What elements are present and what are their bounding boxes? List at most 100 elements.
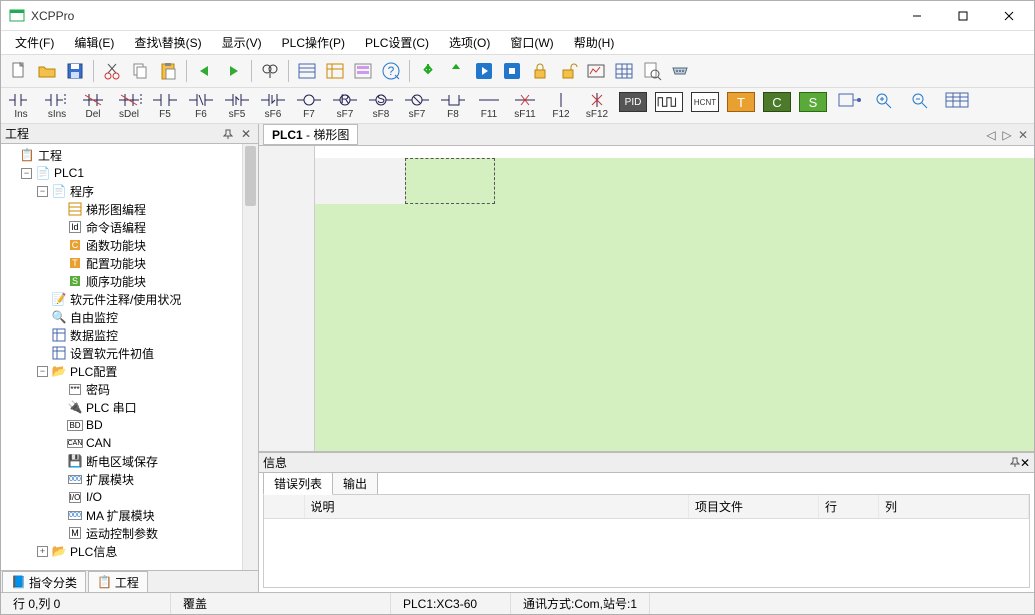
tree-bd[interactable]: BDBD [49,416,258,434]
pin-icon[interactable] [220,126,236,142]
paste-button[interactable] [155,58,181,84]
pin-icon[interactable] [1010,456,1020,470]
tree-scrollbar[interactable] [242,144,258,570]
tb-sf7b[interactable]: sF7 [401,90,433,121]
open-button[interactable] [34,58,60,84]
grid-button[interactable] [611,58,637,84]
tree-plc-info[interactable]: +📂PLC信息 [33,542,258,560]
tab-error-list[interactable]: 错误列表 [263,472,333,495]
tree-plc-config[interactable]: −📂PLC配置 [33,362,258,380]
preview-button[interactable] [639,58,665,84]
tree-program[interactable]: −📄程序 [33,182,258,200]
menu-file[interactable]: 文件(F) [5,31,64,54]
tb-zoomout[interactable] [905,90,937,110]
upload-button[interactable] [443,58,469,84]
tree-can[interactable]: CANCAN [49,434,258,452]
tree-init-value[interactable]: 设置软元件初值 [33,344,258,362]
tb-f7[interactable]: F7 [293,90,325,121]
next-tab-icon[interactable]: ▷ [1000,128,1014,142]
menu-window[interactable]: 窗口(W) [500,31,563,54]
unlock-button[interactable] [555,58,581,84]
error-list-grid[interactable]: 说明 项目文件 行 列 [263,494,1030,588]
expand-icon[interactable]: + [37,546,48,557]
tb-del[interactable]: Del [77,90,109,121]
tree-inst[interactable]: ld命令语编程 [49,218,258,236]
menu-plc-op[interactable]: PLC操作(P) [272,31,355,54]
tb-hcnt[interactable]: HCNT [689,90,721,113]
undo-button[interactable] [192,58,218,84]
tb-sf12[interactable]: sF12 [581,90,613,121]
run-button[interactable] [471,58,497,84]
tb-ins[interactable]: Ins [5,90,37,121]
tree-ma-extend[interactable]: 000MA 扩展模块 [49,506,258,524]
tb-pid[interactable]: PID [617,90,649,113]
col-row[interactable]: 行 [819,495,879,519]
redo-button[interactable] [220,58,246,84]
stop-button[interactable] [499,58,525,84]
tree-ladder[interactable]: 梯形图编程 [49,200,258,218]
collapse-icon[interactable]: − [37,186,48,197]
tree-extend[interactable]: 000扩展模块 [49,470,258,488]
tb-s[interactable]: S [797,90,829,113]
tb-f11[interactable]: F11 [473,90,505,121]
lock-button[interactable] [527,58,553,84]
tree-password[interactable]: ***密码 [49,380,258,398]
help-button[interactable]: ? [378,58,404,84]
collapse-icon[interactable]: − [21,168,32,179]
tb-sf6[interactable]: sF6 [257,90,289,121]
tab-project[interactable]: 📋工程 [88,571,148,593]
tab-instruction-class[interactable]: 📘指令分类 [2,571,86,593]
tree-root[interactable]: 📋工程 [1,146,258,164]
close-panel-icon[interactable]: ✕ [238,126,254,142]
tb-pulse[interactable] [653,90,685,113]
tb-table[interactable] [941,90,973,110]
tb-f5[interactable]: F5 [149,90,181,121]
menu-help[interactable]: 帮助(H) [564,31,625,54]
tree-serial[interactable]: 🔌PLC 串口 [49,398,258,416]
serial-button[interactable] [667,58,693,84]
save-button[interactable] [62,58,88,84]
tree-func[interactable]: C函数功能块 [49,236,258,254]
tb-zoomin[interactable] [869,90,901,110]
maximize-button[interactable] [940,1,986,31]
tb-f8[interactable]: F8 [437,90,469,121]
menu-view[interactable]: 显示(V) [212,31,272,54]
tree-retain[interactable]: 💾断电区域保存 [49,452,258,470]
tb-f6[interactable]: F6 [185,90,217,121]
tree-io[interactable]: I/OI/O [49,488,258,506]
view2-button[interactable] [322,58,348,84]
close-doc-icon[interactable]: ✕ [1016,128,1030,142]
close-info-icon[interactable]: ✕ [1020,456,1030,470]
tb-sf5[interactable]: sF5 [221,90,253,121]
copy-button[interactable] [127,58,153,84]
prev-tab-icon[interactable]: ◁ [984,128,998,142]
tb-sf8[interactable]: SsF8 [365,90,397,121]
col-blank[interactable] [264,495,304,519]
tb-sdel[interactable]: sDel [113,90,145,121]
download-button[interactable] [415,58,441,84]
tree-data-monitor[interactable]: 数据监控 [33,326,258,344]
menu-plc-set[interactable]: PLC设置(C) [355,31,439,54]
col-desc[interactable]: 说明 [304,495,689,519]
tb-sf11[interactable]: sF11 [509,90,541,121]
tb-c[interactable]: C [761,90,793,113]
tree-plc1[interactable]: −📄PLC1 [17,164,258,182]
minimize-button[interactable] [894,1,940,31]
doc-tab[interactable]: PLC1 - 梯形图 [263,124,358,145]
ladder-canvas[interactable] [259,146,1034,452]
tree-free-monitor[interactable]: 🔍自由监控 [33,308,258,326]
cut-button[interactable] [99,58,125,84]
tb-sf7[interactable]: RsF7 [329,90,361,121]
menu-find[interactable]: 查找\替换(S) [124,31,211,54]
project-tree[interactable]: 📋工程 −📄PLC1 −📄程序 梯形图编程 ld命令语编程 [1,144,258,570]
menu-edit[interactable]: 编辑(E) [64,31,124,54]
tb-block[interactable] [833,90,865,110]
tb-f12[interactable]: F12 [545,90,577,121]
tree-motion[interactable]: M运动控制参数 [49,524,258,542]
close-button[interactable] [986,1,1032,31]
chart-button[interactable] [583,58,609,84]
find-button[interactable] [257,58,283,84]
tree-config-block[interactable]: T配置功能块 [49,254,258,272]
collapse-icon[interactable]: − [37,366,48,377]
view3-button[interactable] [350,58,376,84]
